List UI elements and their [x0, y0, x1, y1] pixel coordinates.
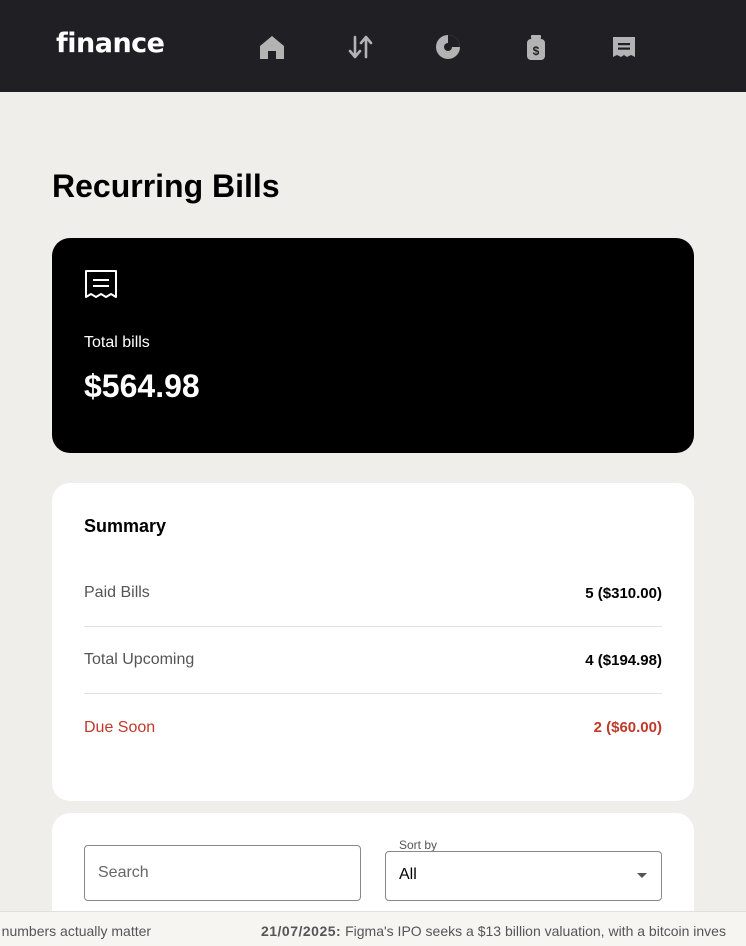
receipt-icon: [84, 269, 118, 304]
summary-title: Summary: [84, 516, 167, 536]
summary-row-label: Paid Bills: [84, 584, 150, 601]
search-input[interactable]: [84, 845, 361, 901]
nav-budgets[interactable]: [433, 32, 463, 62]
summary-row-value: 5 ($310.00): [585, 584, 662, 602]
nav-transactions[interactable]: [345, 32, 375, 62]
home-icon: [260, 36, 284, 59]
nav-home[interactable]: [257, 32, 287, 62]
svg-text:$: $: [533, 44, 540, 58]
transactions-icon: [348, 35, 373, 59]
news-ticker: e numbers actually matter 21/07/2025: Fi…: [0, 911, 746, 946]
recurring-bills-icon: [613, 37, 635, 57]
total-bills-label: Total bills: [84, 334, 150, 351]
total-bills-value: $564.98: [84, 368, 200, 404]
summary-card: Summary Paid Bills 5 ($310.00) Total Upc…: [52, 483, 694, 801]
sort-by-select[interactable]: All: [385, 851, 662, 901]
summary-row-total-upcoming: Total Upcoming 4 ($194.98): [84, 627, 662, 694]
summary-row-due-soon: Due Soon 2 ($60.00): [84, 694, 662, 761]
summary-row-value: 4 ($194.98): [585, 651, 662, 669]
ticker-track: e numbers actually matter 21/07/2025: Fi…: [0, 923, 726, 939]
top-navigation-bar: finance $: [0, 0, 746, 92]
ticker-lead-text: e numbers actually matter: [0, 923, 152, 939]
summary-row-value: 2 ($60.00): [593, 719, 662, 736]
budgets-icon: [436, 35, 460, 59]
summary-row-label: Due Soon: [84, 718, 156, 736]
chevron-down-icon: [637, 873, 647, 878]
summary-row-paid-bills: Paid Bills 5 ($310.00): [84, 560, 662, 627]
nav-pots[interactable]: $: [521, 32, 551, 62]
sort-by-value: All: [399, 866, 417, 883]
total-bills-card: Total bills $564.98: [52, 238, 694, 453]
pots-icon: $: [527, 35, 545, 60]
finance-logo[interactable]: finance: [56, 28, 165, 59]
sort-by-label: Sort by: [399, 838, 438, 852]
nav-recurring-bills[interactable]: [609, 32, 639, 62]
ticker-date: 21/07/2025:: [260, 923, 342, 939]
ticker-headline[interactable]: Figma's IPO seeks a $13 billion valuatio…: [345, 923, 726, 939]
summary-row-label: Total Upcoming: [84, 651, 195, 668]
page-title: Recurring Bills: [52, 168, 280, 204]
